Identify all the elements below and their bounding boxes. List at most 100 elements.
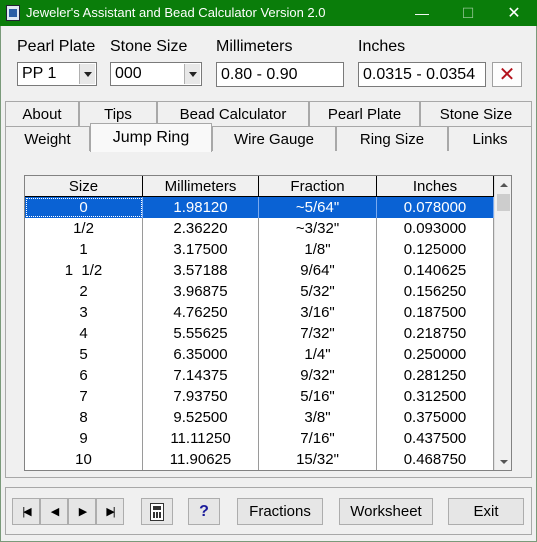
- stone-size-select[interactable]: 000: [110, 62, 202, 86]
- cell-inches: 0.250000: [377, 344, 494, 365]
- cell-millimeters: 7.14375: [143, 365, 259, 386]
- table-row[interactable]: 3 4.76250 3/16" 0.187500: [25, 302, 494, 323]
- cell-millimeters: 3.57188: [143, 260, 259, 281]
- table-row[interactable]: 0 1.98120 ~5/64" 0.078000: [25, 197, 494, 218]
- cell-inches: 0.093000: [377, 218, 494, 239]
- column-header-inches[interactable]: Inches: [377, 176, 494, 197]
- tab-wire-gauge[interactable]: Wire Gauge: [212, 126, 336, 151]
- help-button[interactable]: ?: [188, 498, 220, 525]
- cell-millimeters: 9.52500: [143, 407, 259, 428]
- cell-size: 0: [25, 197, 143, 218]
- table-row[interactable]: 1 1/2 3.57188 9/64" 0.140625: [25, 260, 494, 281]
- inches-field[interactable]: 0.0315 - 0.0354: [358, 62, 486, 87]
- table-scrollbar[interactable]: [494, 176, 511, 470]
- exit-button[interactable]: Exit: [448, 498, 524, 525]
- cell-fraction: 5/32": [259, 281, 377, 302]
- clear-button[interactable]: ✕: [492, 62, 522, 87]
- calculator-icon: [150, 502, 164, 521]
- close-button[interactable]: ✕: [491, 0, 537, 26]
- cell-fraction: 1/8": [259, 239, 377, 260]
- cell-millimeters: 3.17500: [143, 239, 259, 260]
- scroll-up-icon[interactable]: [495, 176, 511, 193]
- window-title: Jeweler's Assistant and Bead Calculator …: [26, 5, 326, 20]
- worksheet-button[interactable]: Worksheet: [339, 498, 433, 525]
- pearl-plate-select[interactable]: PP 1: [17, 62, 97, 86]
- chevron-down-icon[interactable]: [79, 64, 95, 84]
- cell-inches: 0.281250: [377, 365, 494, 386]
- column-header-fraction[interactable]: Fraction: [259, 176, 377, 197]
- scroll-thumb[interactable]: [497, 194, 510, 211]
- cell-fraction: 3/16": [259, 302, 377, 323]
- last-record-button[interactable]: ▶|: [96, 498, 124, 525]
- next-record-button[interactable]: ▶: [68, 498, 96, 525]
- tab-pearl-plate[interactable]: Pearl Plate: [309, 101, 420, 126]
- cell-millimeters: 4.76250: [143, 302, 259, 323]
- table-row[interactable]: 5 6.35000 1/4" 0.250000: [25, 344, 494, 365]
- help-icon: ?: [199, 502, 209, 520]
- title-bar: Jeweler's Assistant and Bead Calculator …: [0, 0, 537, 26]
- cell-size: 9: [25, 428, 143, 449]
- table-row[interactable]: 1/2 2.36220 ~3/32" 0.093000: [25, 218, 494, 239]
- cell-size: 1: [25, 239, 143, 260]
- tab-stone-size[interactable]: Stone Size: [420, 101, 532, 126]
- maximize-button[interactable]: ☐: [445, 0, 491, 26]
- table-row[interactable]: 9 11.11250 7/16" 0.437500: [25, 428, 494, 449]
- previous-record-button[interactable]: ◀: [40, 498, 68, 525]
- millimeters-field[interactable]: 0.80 - 0.90: [216, 62, 344, 87]
- cell-inches: 0.375000: [377, 407, 494, 428]
- cell-fraction: ~3/32": [259, 218, 377, 239]
- table-row[interactable]: 6 7.14375 9/32" 0.281250: [25, 365, 494, 386]
- stone-size-value: 000: [115, 65, 142, 82]
- table-row[interactable]: 10 11.90625 15/32" 0.468750: [25, 449, 494, 470]
- first-record-button[interactable]: |◀: [12, 498, 40, 525]
- cell-size: 4: [25, 323, 143, 344]
- cell-fraction: 9/32": [259, 365, 377, 386]
- tab-ring-size[interactable]: Ring Size: [336, 126, 448, 151]
- cell-size: 2: [25, 281, 143, 302]
- skip-last-icon: ▶|: [106, 506, 115, 518]
- cell-millimeters: 1.98120: [143, 197, 259, 218]
- jump-ring-table[interactable]: Size Millimeters Fraction Inches 0 1.9812…: [24, 175, 512, 471]
- cell-millimeters: 11.11250: [143, 428, 259, 449]
- tab-weight[interactable]: Weight: [5, 126, 90, 151]
- tab-jump-ring[interactable]: Jump Ring: [90, 123, 212, 152]
- cell-fraction: ~5/64": [259, 197, 377, 218]
- fractions-button[interactable]: Fractions: [237, 498, 323, 525]
- cell-size: 6: [25, 365, 143, 386]
- cell-size: 10: [25, 449, 143, 470]
- millimeters-label: Millimeters: [216, 38, 293, 55]
- cell-inches: 0.437500: [377, 428, 494, 449]
- table-header: Size Millimeters Fraction Inches: [25, 176, 494, 197]
- previous-icon: ◀: [50, 506, 60, 518]
- cell-size: 8: [25, 407, 143, 428]
- cell-fraction: 3/8": [259, 407, 377, 428]
- table-row[interactable]: 2 3.96875 5/32" 0.156250: [25, 281, 494, 302]
- tab-about[interactable]: About: [5, 101, 79, 126]
- cell-size: 1 1/2: [25, 260, 143, 281]
- cell-inches: 0.156250: [377, 281, 494, 302]
- cell-fraction: 5/16": [259, 386, 377, 407]
- cell-millimeters: 11.90625: [143, 449, 259, 470]
- tab-links[interactable]: Links: [448, 126, 532, 151]
- cell-millimeters: 2.36220: [143, 218, 259, 239]
- column-header-millimeters[interactable]: Millimeters: [143, 176, 259, 197]
- pearl-plate-value: PP 1: [22, 65, 57, 82]
- cell-inches: 0.125000: [377, 239, 494, 260]
- cell-fraction: 15/32": [259, 449, 377, 470]
- table-row[interactable]: 1 3.17500 1/8" 0.125000: [25, 239, 494, 260]
- minimize-button[interactable]: —: [399, 0, 445, 26]
- cell-size: 1/2: [25, 218, 143, 239]
- cell-inches: 0.187500: [377, 302, 494, 323]
- cell-millimeters: 5.55625: [143, 323, 259, 344]
- table-row[interactable]: 8 9.52500 3/8" 0.375000: [25, 407, 494, 428]
- table-row[interactable]: 4 5.55625 7/32" 0.218750: [25, 323, 494, 344]
- cell-millimeters: 7.93750: [143, 386, 259, 407]
- scroll-down-icon[interactable]: [495, 453, 511, 470]
- chevron-down-icon[interactable]: [184, 64, 200, 84]
- table-row[interactable]: 7 7.93750 5/16" 0.312500: [25, 386, 494, 407]
- cell-size: 5: [25, 344, 143, 365]
- stone-size-label: Stone Size: [110, 38, 188, 55]
- column-header-size[interactable]: Size: [25, 176, 143, 197]
- inches-value: 0.0315 - 0.0354: [363, 65, 476, 83]
- calculator-button[interactable]: [141, 498, 173, 525]
